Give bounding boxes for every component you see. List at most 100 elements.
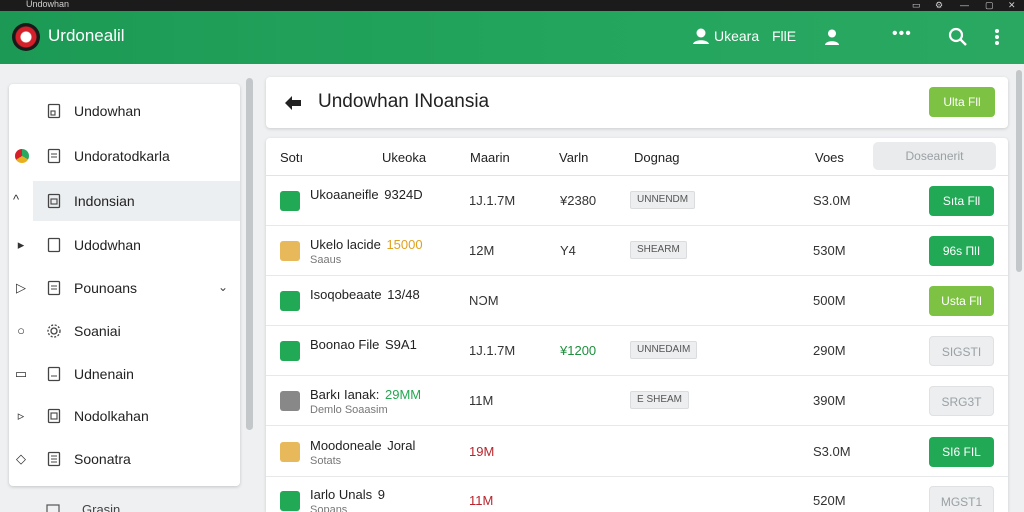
settings-icon[interactable]: ⚙ — [935, 0, 943, 10]
column-header-version[interactable]: Varln — [559, 150, 588, 165]
page-title: Undowhan INoansia — [318, 91, 490, 112]
account-icon[interactable] — [823, 28, 841, 46]
row-action-button[interactable]: SRG3T — [929, 386, 994, 416]
modified-value: 1J.1.7M — [469, 193, 516, 208]
table-header: Sotı Ukeoka Maarin Varln Dognag Voes Dos… — [266, 138, 1008, 176]
row-action-button[interactable]: SI6 FIL — [929, 437, 994, 467]
filter-button[interactable]: Doseanerit — [873, 142, 996, 170]
modified-value: 12M — [469, 243, 495, 258]
status-tag: E SHEAM — [630, 391, 690, 409]
table-row[interactable]: Barkı Ianak: 29MM Demlo Soaasim 11M E SHEAM… — [266, 376, 1008, 426]
minimize-icon[interactable]: — — [960, 0, 969, 10]
more-horizontal-icon[interactable]: ••• — [892, 25, 912, 43]
file-name[interactable]: Isoqobeaate 13/48 — [310, 287, 420, 302]
version-value: ¥2380 — [560, 193, 597, 208]
user-icon[interactable] — [692, 27, 710, 45]
maximize-icon[interactable]: ▢ — [985, 0, 994, 10]
file-menu-link[interactable]: FllE — [772, 28, 796, 44]
file-name[interactable]: Moodoneale Joral — [310, 438, 415, 453]
file-type-icon — [280, 341, 300, 361]
document-icon — [47, 237, 61, 253]
chevron-down-icon[interactable]: ⌄ — [218, 280, 228, 294]
sidebar-item-label: Udodwhan — [74, 237, 141, 253]
file-name-text: Ukoaaneifle — [310, 187, 379, 202]
row-action-button[interactable]: Sıta Fll — [929, 186, 994, 216]
sidebar-item-nodolkahan[interactable]: ▹ Nodolkahan — [9, 396, 240, 436]
collapse-caret-icon[interactable]: ^ — [13, 192, 19, 207]
file-name-text: Moodoneale — [310, 438, 382, 453]
gear-icon — [47, 324, 61, 338]
search-icon[interactable] — [948, 27, 968, 47]
close-icon[interactable]: ✕ — [1008, 0, 1016, 10]
sidebar-item-label: Udnenain — [74, 366, 134, 382]
column-header-name[interactable]: Ukeoka — [382, 150, 426, 165]
sidebar-item-indonsian[interactable]: Indonsian — [33, 181, 240, 221]
sidebar-scrollbar[interactable] — [246, 78, 253, 430]
sidebar-item-pounoans[interactable]: ▷ Pounoans ⌄ — [9, 268, 240, 308]
file-name[interactable]: Ukelo lacide 15000 — [310, 237, 423, 252]
document-icon — [47, 366, 61, 382]
size-value: 530M — [813, 243, 846, 258]
sidebar-item-undowhan[interactable]: Undowhan — [9, 91, 240, 131]
file-type-icon — [280, 291, 300, 311]
file-type-icon — [280, 491, 300, 511]
file-name-code: 9324D — [384, 187, 423, 202]
folder-icon — [46, 504, 60, 512]
sidebar-item-soonatra[interactable]: ◇ Soonatra — [9, 439, 240, 479]
play-icon: ▸ — [17, 237, 25, 252]
column-header-tag[interactable]: Dognag — [634, 150, 680, 165]
page-header-card: Undowhan INoansia Ulta Fll — [266, 77, 1008, 128]
table-row[interactable]: Ukoaaneifle 9324D 1J.1.7M ¥2380 UNNENDM S3.0… — [266, 176, 1008, 226]
file-name[interactable]: Boonao File S9A1 — [310, 337, 417, 352]
column-header-size[interactable]: Voes — [815, 150, 844, 165]
column-header-sort[interactable]: Sotı — [280, 150, 303, 165]
circle-icon: ○ — [17, 323, 25, 338]
more-vertical-icon[interactable] — [990, 27, 1004, 47]
table-row[interactable]: Boonao File S9A1 1J.1.7M ¥1200 UNNEDAIM 290M… — [266, 326, 1008, 376]
sidebar-footer-item[interactable]: Grasin — [9, 498, 240, 512]
file-name[interactable]: Iarlo Unals 9 — [310, 487, 385, 502]
sidebar-item-udodwhan[interactable]: ▸ Udodwhan — [9, 225, 240, 265]
modified-value: 11M — [469, 493, 494, 508]
sidebar-item-soaniai[interactable]: ○ Soaniai — [9, 311, 240, 351]
file-name-code: S9A1 — [385, 337, 417, 352]
status-tag: UNNENDM — [630, 191, 696, 209]
sidebar-item-label: Soaniai — [74, 323, 121, 339]
sidebar-item-undoratodkarla[interactable]: Undoratodkarla — [9, 136, 240, 176]
file-name-text: Ukelo lacide — [310, 237, 381, 252]
file-subtitle: Saaus — [310, 254, 342, 266]
app-title: Urdonealil — [48, 26, 125, 45]
row-action-button[interactable]: Usta Fll — [929, 286, 994, 316]
page-scrollbar[interactable] — [1016, 70, 1022, 272]
size-value: 520M — [813, 493, 846, 508]
version-value: Y4 — [560, 243, 576, 258]
sidebar-item-label: Indonsian — [74, 193, 135, 209]
modified-value: 19M — [469, 444, 495, 459]
row-action-button[interactable]: 96s ΠlI — [929, 236, 994, 266]
location-icon: ◇ — [16, 451, 26, 466]
table-row[interactable]: Iarlo Unals 9 Sopans 11M 520M MGST1 — [266, 476, 1008, 512]
sidebar-item-label: Undowhan — [74, 103, 141, 119]
window-menu-icon[interactable]: ▭ — [912, 0, 921, 10]
sidebar-item-label: Pounoans — [74, 280, 138, 296]
row-action-button[interactable]: MGST1 — [929, 486, 994, 512]
document-icon — [47, 103, 61, 119]
file-name[interactable]: Barkı Ianak: 29MM — [310, 387, 421, 402]
row-action-button[interactable]: SIGSTI — [929, 336, 994, 366]
table-row[interactable]: Isoqobeaate 13/48 NƆM 500M Usta Fll — [266, 276, 1008, 326]
app-logo — [12, 23, 40, 51]
table-row[interactable]: Moodoneale Joral Sotats 19M S3.0M SI6 FIL — [266, 427, 1008, 477]
user-name[interactable]: Ukeara — [714, 28, 759, 44]
sidebar-footer-label: Grasin — [82, 502, 121, 512]
back-arrow-icon[interactable] — [283, 94, 303, 112]
file-name-code: 29MM — [385, 387, 422, 402]
file-type-icon — [280, 442, 300, 462]
sidebar-item-udnenain[interactable]: ▭ Udnenain — [9, 354, 240, 394]
table-row[interactable]: Ukelo lacide 15000 Saaus 12M Y4 SHEARM 530M 96… — [266, 226, 1008, 276]
file-name-text: Iarlo Unals — [310, 487, 373, 502]
upload-file-button[interactable]: Ulta Fll — [929, 87, 995, 117]
size-value: S3.0M — [813, 193, 851, 208]
file-name[interactable]: Ukoaaneifle 9324D — [310, 187, 423, 202]
column-header-modified[interactable]: Maarin — [470, 150, 510, 165]
file-subtitle: Sotats — [310, 455, 342, 467]
